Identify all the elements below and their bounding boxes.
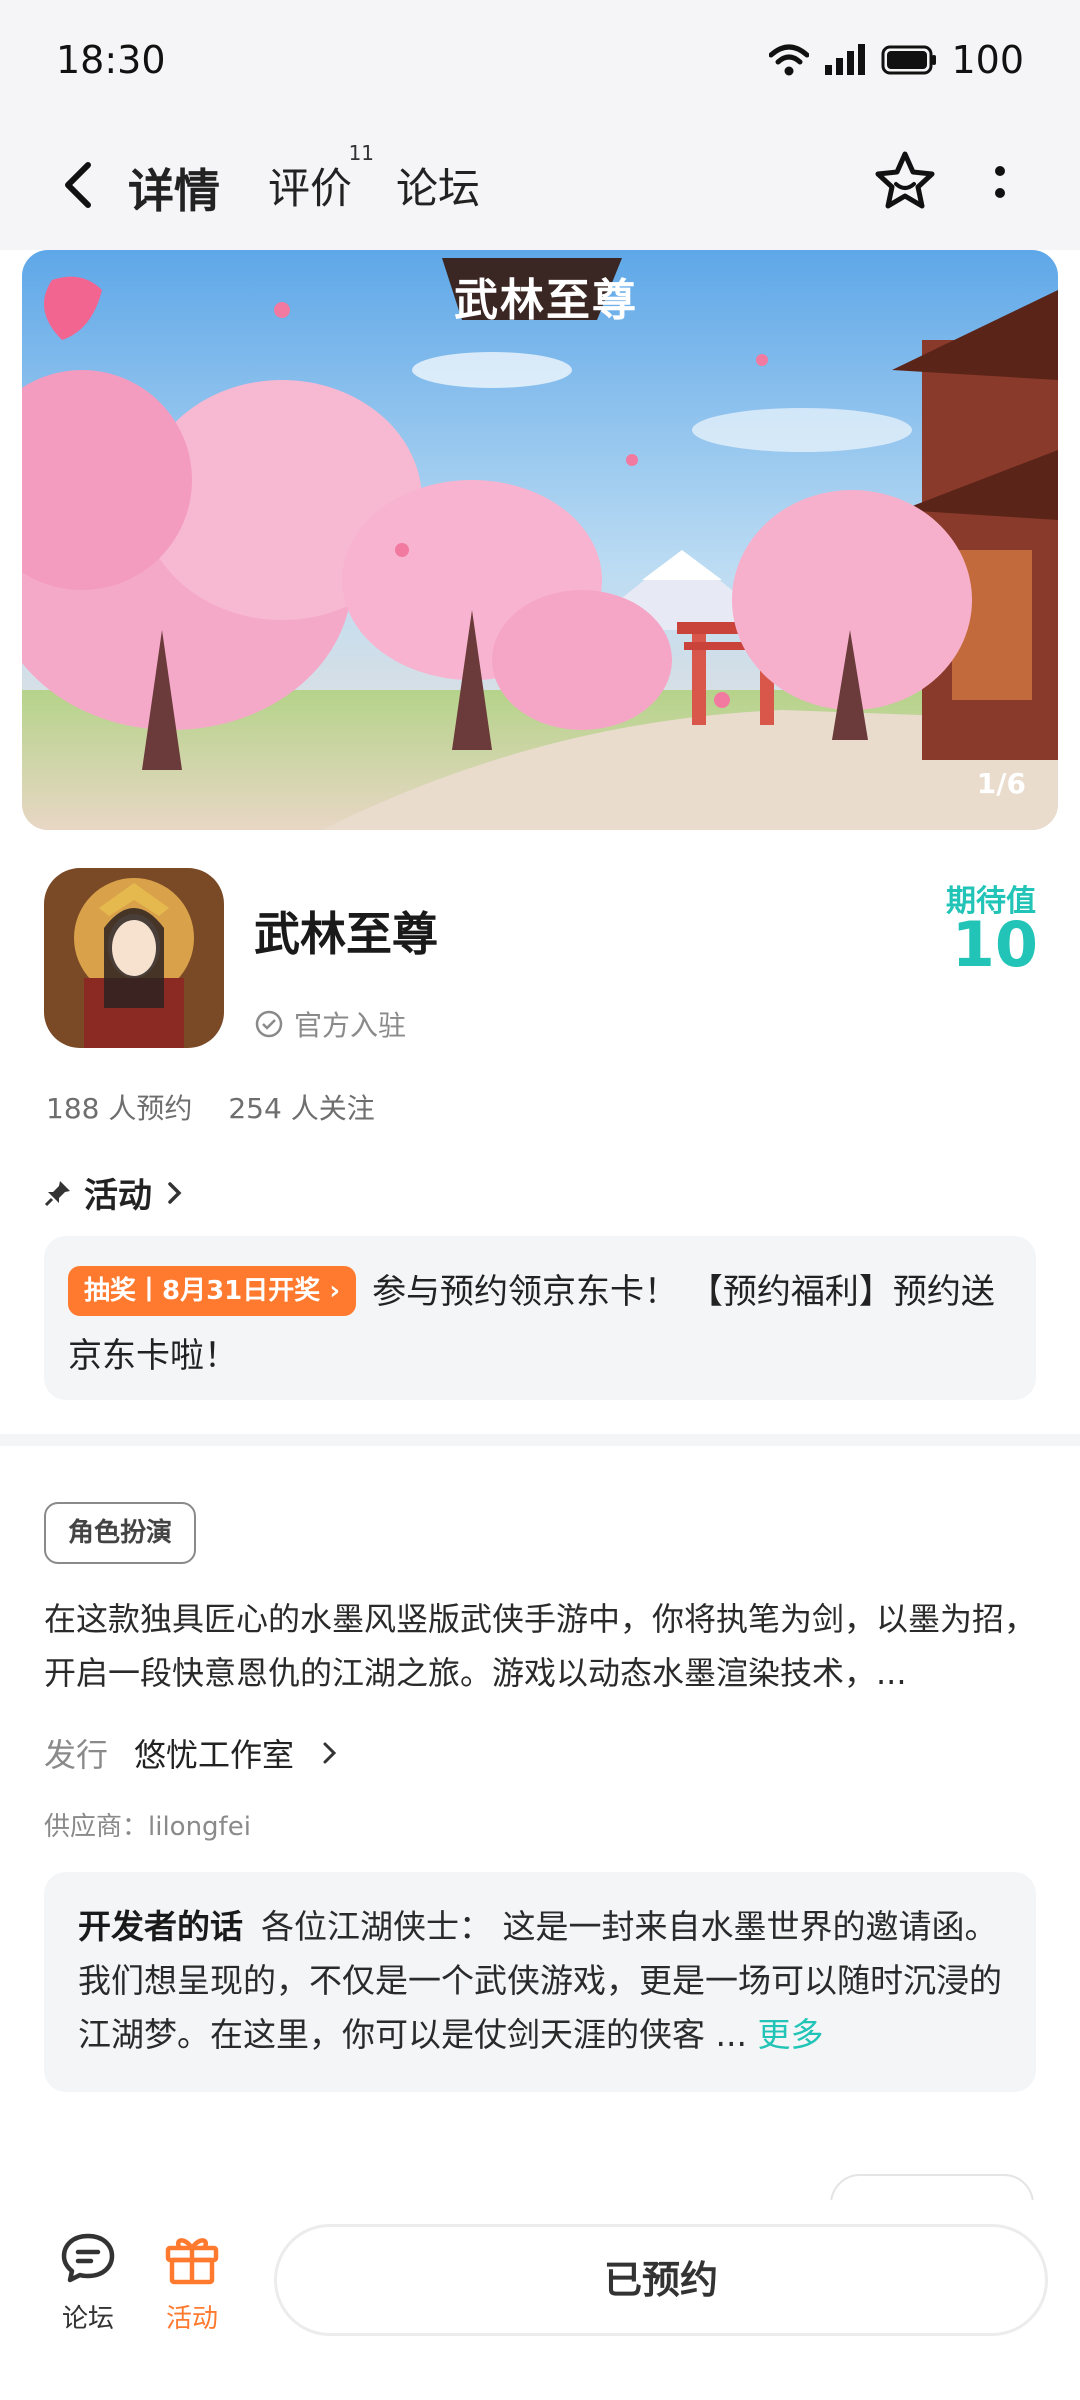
bottom-action-bar: 论坛 活动 已预约 — [0, 2200, 1080, 2400]
reserved-button[interactable]: 已预约 — [274, 2224, 1048, 2336]
forum-chat-icon — [61, 2233, 115, 2283]
developer-note-content: 开发者的话 各位江湖侠士： 这是一封来自水墨世界的邀请函。 我们想呈现的，不仅是一… — [78, 1900, 1008, 2062]
activity-header-label: 活动 — [84, 1176, 152, 1216]
carousel-page-indicator: 1/6 — [976, 767, 1026, 800]
more-vertical-icon[interactable] — [980, 155, 1020, 215]
tab-reviews-label: 评价 — [268, 164, 353, 213]
activity-content: 抽奖丨8月31日开奖 › 参与预约领京东卡！ 【预约福利】预约送京东卡啦！ — [68, 1260, 1012, 1388]
tab-forum-label: 论坛 — [396, 164, 481, 213]
more-link[interactable]: 更多 — [757, 2015, 823, 2054]
chevron-right-icon: › — [329, 1275, 341, 1306]
publisher-row[interactable]: 发行 悠忧工作室 — [44, 1730, 340, 1776]
screenshot-carousel[interactable]: 武林至尊 1/6 — [22, 250, 1058, 830]
game-app-icon-art — [44, 868, 224, 1048]
activity-button-label: 活动 — [165, 2304, 218, 2334]
peek-pill — [830, 2174, 1034, 2200]
reservation-count: 188 人预约 — [46, 1092, 193, 1125]
wifi-icon — [769, 44, 810, 76]
banner-artwork — [22, 250, 1058, 830]
signal-icon — [825, 44, 866, 75]
official-badge: 官方入驻 — [254, 1004, 406, 1044]
tab-details[interactable]: 详情 — [128, 155, 220, 227]
publisher-label: 发行 — [44, 1736, 109, 1774]
game-description[interactable]: 在这款独具匠心的水墨风竖版武侠手游中，你将执笔为剑，以墨为招，开启一段快意恩仇的… — [44, 1592, 1036, 1700]
developer-note-card[interactable]: 开发者的话 各位江湖侠士： 这是一封来自水墨世界的邀请函。 我们想呈现的，不仅是一… — [44, 1872, 1036, 2092]
activity-section-header[interactable]: 活动 — [44, 1168, 186, 1217]
supplier-info: 供应商：lilongfei — [44, 1812, 251, 1842]
chevron-right-icon — [323, 1742, 337, 1764]
lottery-badge[interactable]: 抽奖丨8月31日开奖 › — [68, 1265, 357, 1316]
banner-title-art: 武林至尊 — [454, 275, 638, 326]
tab-details-label: 详情 — [128, 164, 220, 218]
forum-button[interactable]: 论坛 — [48, 2230, 128, 2335]
chevron-right-icon — [168, 1181, 182, 1204]
developer-note-title: 开发者的话 — [78, 1907, 243, 1946]
follower-count: 254 人关注 — [228, 1092, 375, 1125]
status-time: 18:30 — [56, 38, 166, 82]
status-bar: 18:30 100 — [0, 0, 1080, 125]
pin-icon — [44, 1180, 70, 1206]
game-title: 武林至尊 — [254, 907, 438, 961]
verified-check-icon — [255, 1010, 283, 1038]
top-nav: 详情 评价 11 论坛 — [0, 125, 1080, 250]
reviews-section-peek — [0, 2160, 1080, 2200]
official-label: 官方入驻 — [294, 1009, 407, 1042]
expectation-score: 10 — [951, 908, 1038, 981]
lottery-badge-label: 抽奖丨8月31日开奖 — [84, 1275, 321, 1306]
genre-tag[interactable]: 角色扮演 — [44, 1502, 197, 1564]
publisher-name: 悠忧工作室 — [134, 1736, 295, 1774]
tab-forum[interactable]: 论坛 — [396, 155, 480, 216]
status-icons: 100 — [769, 38, 1024, 82]
section-divider — [0, 1434, 1080, 1446]
activity-card[interactable]: 抽奖丨8月31日开奖 › 参与预约领京东卡！ 【预约福利】预约送京东卡啦！ — [44, 1236, 1036, 1400]
gift-icon — [165, 2238, 219, 2285]
back-arrow-icon[interactable] — [50, 155, 110, 215]
forum-button-label: 论坛 — [61, 2304, 114, 2334]
favorite-star-icon[interactable] — [872, 148, 938, 214]
game-app-icon — [44, 868, 224, 1048]
battery-icon — [881, 45, 937, 75]
game-stats: 188 人预约 254 人关注 — [46, 1087, 375, 1127]
tab-reviews[interactable]: 评价 11 — [268, 141, 374, 216]
battery-level: 100 — [951, 38, 1024, 82]
activity-button[interactable]: 活动 — [152, 2230, 232, 2335]
reviews-count-badge: 11 — [348, 141, 375, 165]
